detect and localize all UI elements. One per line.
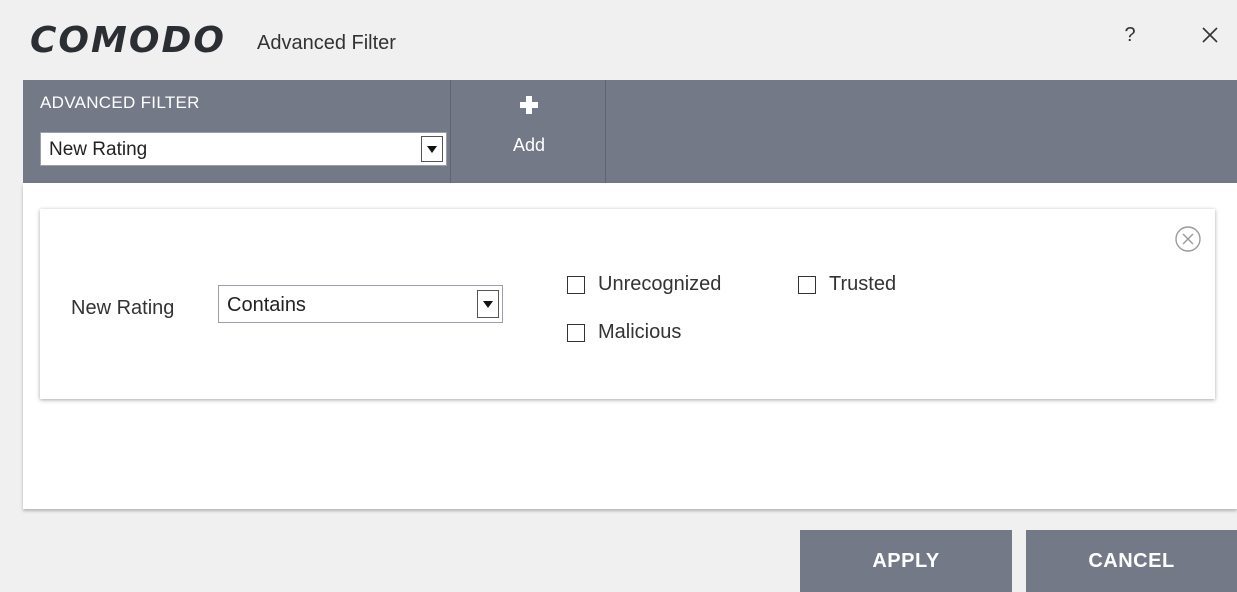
plus-icon [520, 96, 538, 114]
close-button[interactable] [1195, 20, 1225, 50]
title-bar: COMODO Advanced Filter ? [0, 0, 1237, 80]
filter-criteria-card: New Rating Contains Unrecognized Trusted… [40, 209, 1215, 399]
checkbox-box[interactable] [567, 323, 585, 342]
filter-type-dropdown[interactable]: New Rating [40, 132, 447, 166]
chevron-down-icon[interactable] [421, 136, 443, 162]
filter-content-area: New Rating Contains Unrecognized Trusted… [23, 183, 1237, 509]
add-filter-button[interactable]: Add [452, 80, 606, 183]
checkbox-label: Malicious [598, 321, 682, 343]
circle-x-icon [1175, 226, 1201, 252]
window-title: Advanced Filter [257, 32, 396, 54]
filter-type-value: New Rating [49, 139, 148, 160]
checkbox-unrecognized[interactable]: Unrecognized [567, 273, 721, 296]
help-button[interactable]: ? [1115, 20, 1145, 50]
apply-button[interactable]: APPLY [800, 530, 1012, 592]
operator-dropdown[interactable]: Contains [218, 285, 503, 323]
checkbox-label: Unrecognized [598, 273, 722, 295]
filter-toolbar: ADVANCED FILTER New Rating Add [23, 80, 1237, 183]
advanced-filter-label: ADVANCED FILTER [40, 93, 200, 112]
checkbox-malicious[interactable]: Malicious [567, 321, 681, 344]
close-icon [1202, 27, 1218, 43]
comodo-logo: COMODO [30, 20, 226, 61]
criteria-label: New Rating [71, 297, 175, 319]
operator-value: Contains [227, 294, 306, 316]
remove-criteria-button[interactable] [1172, 223, 1204, 255]
advanced-filter-section: ADVANCED FILTER New Rating [23, 80, 451, 183]
advanced-filter-window: COMODO Advanced Filter ? ADVANCED FILTER… [0, 0, 1237, 592]
cancel-button[interactable]: CANCEL [1026, 530, 1237, 592]
checkbox-box[interactable] [567, 275, 585, 294]
chevron-down-icon[interactable] [477, 290, 499, 318]
checkbox-trusted[interactable]: Trusted [798, 273, 896, 296]
checkbox-label: Trusted [829, 273, 897, 295]
checkbox-box[interactable] [798, 275, 816, 294]
add-label: Add [512, 135, 546, 155]
